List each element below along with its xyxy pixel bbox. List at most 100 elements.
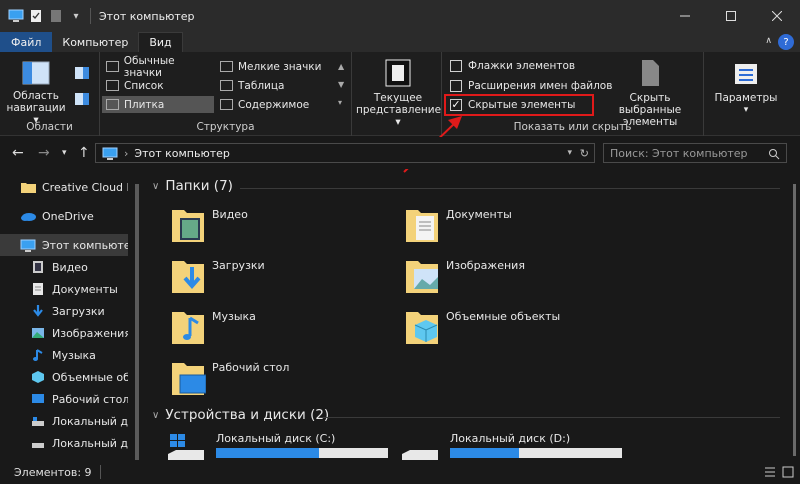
folder-label: Документы: [446, 208, 512, 221]
address-bar[interactable]: › Этот компьютер ▾ ↻: [95, 143, 595, 163]
collapse-icon[interactable]: ∨: [152, 410, 159, 421]
layout-content-label: Содержимое: [238, 98, 310, 111]
folders-section-header[interactable]: ∨ Папки (7): [152, 178, 233, 194]
forward-button[interactable]: →: [38, 145, 50, 161]
address-row: ← → ▾ ↑ › Этот компьютер ▾ ↻ Поиск: Этот…: [0, 137, 800, 169]
tab-computer[interactable]: Компьютер: [52, 32, 138, 52]
options-button[interactable]: Параметры ▾: [708, 62, 784, 116]
layout-content[interactable]: Содержимое: [216, 96, 334, 113]
layout-list[interactable]: Список: [102, 77, 214, 94]
large-icons-view-icon[interactable]: [782, 466, 794, 481]
layout-tiles-label: Плитка: [124, 98, 165, 111]
content-scrollbar[interactable]: [793, 184, 796, 456]
preview-pane-icon[interactable]: [74, 66, 90, 83]
sidebar-item-label: Объемные объе: [52, 370, 128, 384]
current-view-group: Текущее представление ▾: [352, 52, 442, 136]
drive-usage-bar: [216, 448, 388, 458]
music-icon: [30, 348, 46, 362]
folder-label: Объемные объекты: [446, 310, 561, 323]
hide-selected-button[interactable]: Скрыть выбранные элементы: [598, 58, 702, 128]
sidebar-item-downloads[interactable]: Загрузки: [30, 300, 128, 322]
current-view-button[interactable]: Текущее представление ▾: [356, 58, 442, 128]
highlight-box: [444, 94, 594, 116]
back-button[interactable]: ←: [12, 145, 24, 161]
ribbon: Область навигации ▾ Области Обычные знач…: [0, 52, 800, 136]
folder-pictures[interactable]: Изображения: [404, 255, 525, 295]
folder-documents[interactable]: Документы: [404, 204, 512, 244]
sidebar-item-label: Локальный дис: [52, 414, 128, 428]
item-checkboxes-option[interactable]: Флажки элементов: [450, 60, 575, 72]
cube-icon: [30, 370, 46, 384]
sidebar-item-creative-cloud[interactable]: Creative Cloud Fil: [20, 176, 128, 198]
small-icons-icon: [220, 61, 233, 72]
refresh-icon[interactable]: ↻: [580, 147, 589, 160]
minimize-button[interactable]: [662, 0, 708, 32]
up-button[interactable]: ↑: [78, 145, 90, 161]
breadcrumb[interactable]: Этот компьютер: [134, 147, 230, 160]
show-hide-group-label: Показать или скрыть: [513, 121, 632, 133]
sidebar-item-label: Creative Cloud Fil: [42, 180, 128, 194]
folder-downloads[interactable]: Загрузки: [170, 255, 265, 295]
window-title: Этот компьютер: [99, 9, 195, 23]
sidebar-item-pictures[interactable]: Изображения: [30, 322, 128, 344]
help-icon[interactable]: ?: [778, 34, 794, 50]
layout-small-icons[interactable]: Мелкие значки: [216, 58, 334, 75]
drives-section-header[interactable]: ∨ Устройства и диски (2): [152, 407, 329, 423]
sidebar-item-3d-objects[interactable]: Объемные объе: [30, 366, 128, 388]
search-input[interactable]: Поиск: Этот компьютер: [603, 143, 787, 163]
sidebar-item-music[interactable]: Музыка: [30, 344, 128, 366]
tab-file[interactable]: Файл: [0, 32, 53, 52]
folder-3d-objects[interactable]: Объемные объекты: [404, 306, 560, 346]
folder-desktop[interactable]: Рабочий стол: [170, 357, 289, 397]
current-view-label-1: Текущее: [373, 92, 423, 104]
layout-small-icons-label: Мелкие значки: [238, 60, 322, 73]
sidebar-item-local-disk-d[interactable]: Локальный дис: [30, 432, 128, 454]
new-folder-icon[interactable]: [48, 8, 64, 24]
sidebar-item-videos[interactable]: Видео: [30, 256, 128, 278]
current-view-label-2-text: представление: [356, 104, 442, 116]
collapse-ribbon-icon[interactable]: ∧: [765, 36, 772, 46]
drive-c[interactable]: Локальный диск (C:): [166, 432, 388, 460]
layout-large-icons[interactable]: Обычные значки: [102, 55, 214, 79]
collapse-icon[interactable]: ∨: [152, 181, 159, 192]
properties-icon[interactable]: [28, 8, 44, 24]
recent-locations-icon[interactable]: ▾: [62, 148, 67, 158]
item-checkboxes-checkbox[interactable]: [450, 60, 462, 72]
sidebar-item-desktop[interactable]: Рабочий стол: [30, 388, 128, 410]
layout-tiles[interactable]: Плитка: [102, 96, 214, 113]
layout-group-label: Структура: [196, 121, 255, 133]
folder-music[interactable]: Музыка: [170, 306, 256, 346]
address-dropdown-icon[interactable]: ▾: [567, 148, 572, 158]
sidebar-item-this-pc[interactable]: Этот компьютер: [0, 234, 128, 256]
customize-toolbar-icon[interactable]: ▾: [68, 8, 84, 24]
layout-details[interactable]: Таблица: [216, 77, 334, 94]
sidebar-item-label: Загрузки: [52, 304, 105, 318]
sidebar-item-local-disk-c[interactable]: Локальный дис: [30, 410, 128, 432]
sidebar-item-onedrive[interactable]: OneDrive: [20, 205, 128, 227]
drive-usage-fill: [216, 448, 320, 458]
drive-usage-fill: [450, 448, 519, 458]
close-button[interactable]: [754, 0, 800, 32]
navigation-scrollbar[interactable]: [135, 184, 139, 460]
quick-access-toolbar: ▾: [0, 0, 91, 32]
navigation-pane-label-2-text: навигации: [6, 102, 66, 114]
file-extensions-option[interactable]: Расширения имен файлов: [450, 80, 612, 92]
file-extensions-checkbox[interactable]: [450, 80, 462, 92]
item-checkboxes-label: Флажки элементов: [468, 60, 576, 72]
document-icon: [30, 282, 46, 296]
layout-scroll-arrows[interactable]: ▲ ▼ ▾: [338, 58, 348, 114]
drive-d[interactable]: Локальный диск (D:): [400, 432, 622, 460]
sidebar-item-documents[interactable]: Документы: [30, 278, 128, 300]
maximize-button[interactable]: [708, 0, 754, 32]
navigation-pane-button[interactable]: Область навигации ▾: [6, 60, 66, 126]
details-view-icon[interactable]: [764, 466, 776, 481]
file-extensions-label: Расширения имен файлов: [468, 80, 613, 92]
drive-label: Локальный диск (C:): [216, 432, 336, 445]
sidebar-item-label: Документы: [52, 282, 118, 296]
drive-usage-bar: [450, 448, 622, 458]
tab-view[interactable]: Вид: [138, 32, 183, 52]
hide-selected-label-1: Скрыть выбранные: [618, 92, 682, 116]
details-pane-icon[interactable]: [74, 92, 90, 109]
folder-label: Музыка: [212, 310, 256, 323]
folder-videos[interactable]: Видео: [170, 204, 248, 244]
